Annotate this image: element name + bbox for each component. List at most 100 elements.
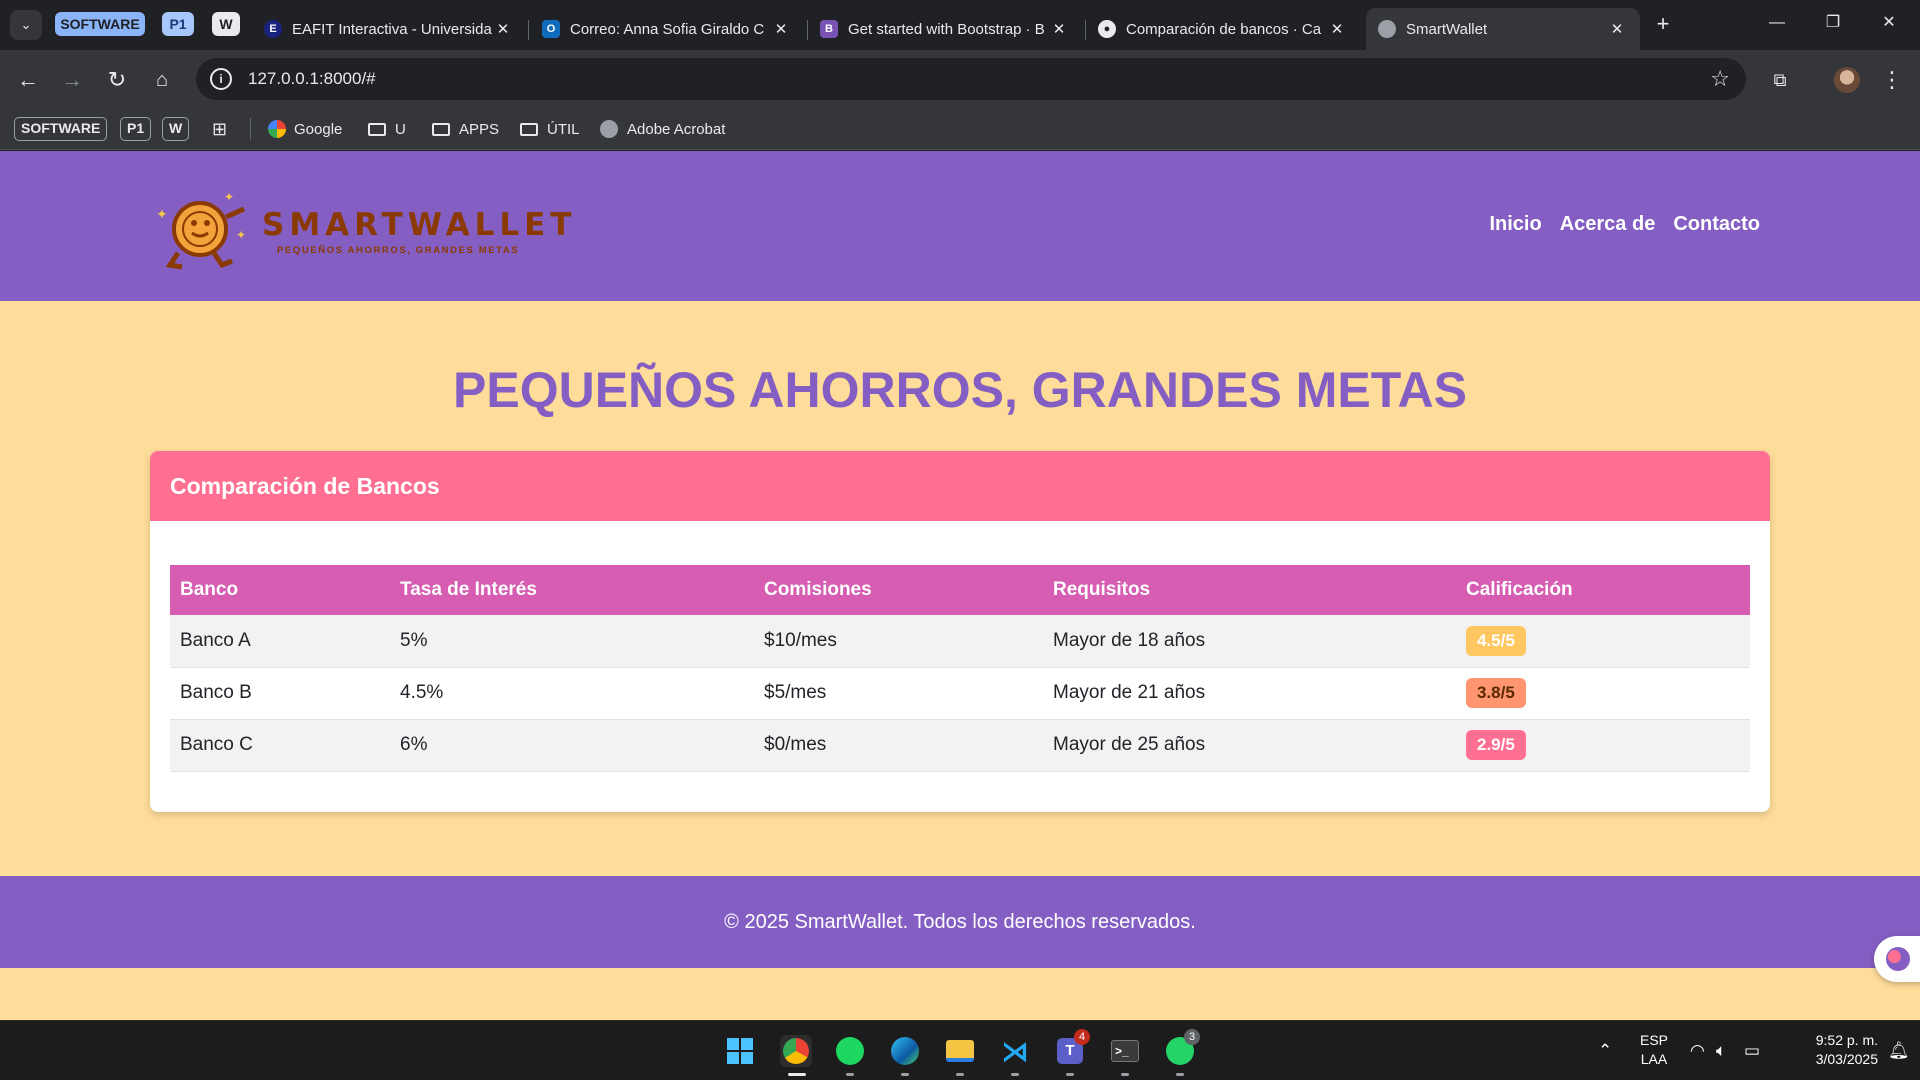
- card-title: Comparación de Bancos: [150, 451, 1770, 521]
- bootstrap-icon: B: [820, 20, 838, 38]
- bookmark-folder-apps[interactable]: APPS: [432, 116, 499, 142]
- cell-comisiones: $5/mes: [754, 667, 1043, 720]
- close-icon: ✕: [1882, 14, 1896, 31]
- nav-contacto[interactable]: Contacto: [1673, 213, 1760, 236]
- forward-button[interactable]: →: [56, 64, 88, 96]
- app-indicator: [1011, 1073, 1019, 1076]
- bookmark-folder-util[interactable]: ÚTIL: [520, 116, 580, 142]
- cell-requisitos: Mayor de 25 años: [1043, 719, 1456, 772]
- table-row: Banco C 6% $0/mes Mayor de 25 años 2.9/5: [170, 719, 1750, 772]
- plus-icon: +: [1656, 11, 1670, 36]
- close-window-button[interactable]: ✕: [1866, 8, 1912, 38]
- main-nav: Inicio Acerca de Contacto: [1489, 213, 1760, 236]
- bookmark-label: U: [395, 120, 406, 138]
- wifi-icon[interactable]: ◠: [1690, 1041, 1705, 1061]
- close-icon[interactable]: ✕: [492, 20, 514, 38]
- tray-overflow-button[interactable]: ⌃: [1598, 1041, 1612, 1061]
- notification-badge: 4: [1074, 1029, 1090, 1045]
- puzzle-icon: ⧉: [1773, 70, 1787, 90]
- nav-inicio[interactable]: Inicio: [1489, 213, 1541, 236]
- clock-date: 3/03/2025: [1815, 1051, 1878, 1067]
- back-button[interactable]: ←: [12, 64, 44, 96]
- page-title: PEQUEÑOS AHORROS, GRANDES METAS: [453, 362, 1467, 418]
- rating-badge: 2.9/5: [1466, 730, 1526, 760]
- folder-icon: [368, 122, 386, 136]
- nav-acerca-de[interactable]: Acerca de: [1560, 213, 1656, 236]
- tab-title: EAFIT Interactiva - Universidad: [292, 20, 492, 38]
- profile-button[interactable]: [1831, 64, 1863, 96]
- taskbar-spotify[interactable]: [834, 1035, 866, 1067]
- tab-smartwallet[interactable]: SmartWallet ✕: [1366, 8, 1640, 50]
- tab-outlook[interactable]: O Correo: Anna Sofia Giraldo C ✕: [530, 8, 804, 50]
- address-bar[interactable]: i 127.0.0.1:8000/# ☆: [196, 58, 1746, 100]
- volume-icon[interactable]: 🔈︎: [1716, 1041, 1726, 1061]
- bookmark-adobe-acrobat[interactable]: Adobe Acrobat: [600, 116, 725, 142]
- edge-icon: [891, 1037, 919, 1065]
- globe-icon: [600, 120, 618, 138]
- site-header: ✦ ✦ ✦ SMARTWALLET PEQUEÑOS AHORROS, GRAN…: [0, 151, 1920, 301]
- close-icon[interactable]: ✕: [1326, 20, 1348, 38]
- taskbar-edge[interactable]: [889, 1035, 921, 1067]
- restore-button[interactable]: ❐: [1810, 8, 1856, 38]
- reload-button[interactable]: ↻: [101, 64, 133, 96]
- bookmark-chip-p1[interactable]: P1: [120, 116, 152, 142]
- cell-calificacion: 2.9/5: [1456, 719, 1750, 772]
- extensions-button[interactable]: ⧉: [1764, 64, 1796, 96]
- folder-icon: [432, 122, 450, 136]
- bookmark-folder-u[interactable]: U: [368, 116, 406, 142]
- tab-title: SmartWallet: [1406, 20, 1488, 38]
- tab-group-w[interactable]: W: [212, 12, 240, 36]
- taskbar-terminal[interactable]: >_: [1109, 1035, 1141, 1067]
- coin-mascot-icon: ✦ ✦ ✦: [156, 190, 246, 270]
- notifications-icon[interactable]: 🔔︎: [1888, 1041, 1910, 1061]
- site-logo[interactable]: ✦ ✦ ✦ SMARTWALLET PEQUEÑOS AHORROS, GRAN…: [152, 187, 571, 273]
- keyboard-layout: LAA: [1640, 1051, 1668, 1067]
- svg-text:✦: ✦: [236, 228, 246, 242]
- taskbar-vscode[interactable]: ⋊: [999, 1035, 1031, 1067]
- new-tab-button[interactable]: +: [1648, 12, 1678, 38]
- home-button[interactable]: ⌂: [146, 64, 178, 96]
- active-app-indicator: [788, 1073, 806, 1076]
- close-icon[interactable]: ✕: [770, 20, 792, 38]
- tab-group-software[interactable]: SOFTWARE: [55, 12, 145, 36]
- tab-strip: ⌄ SOFTWARE P1 W E EAFIT Interactiva - Un…: [0, 0, 1920, 50]
- apps-button[interactable]: ⊞: [212, 116, 227, 142]
- bookmark-star-icon[interactable]: ☆: [1710, 66, 1730, 92]
- bookmark-google[interactable]: Google: [268, 116, 342, 142]
- outlook-icon: O: [542, 20, 560, 38]
- tab-eafit[interactable]: E EAFIT Interactiva - Universidad ✕: [252, 8, 526, 50]
- close-icon[interactable]: ✕: [1606, 20, 1628, 38]
- clock[interactable]: 9:52 p. m. 3/03/2025: [1782, 1031, 1878, 1069]
- menu-button[interactable]: ⋮: [1876, 64, 1908, 96]
- cell-calificacion: 3.8/5: [1456, 667, 1750, 720]
- grid-icon: ⊞: [212, 118, 228, 139]
- close-icon[interactable]: ✕: [1048, 20, 1070, 38]
- cell-calificacion: 4.5/5: [1456, 615, 1750, 668]
- site-info-icon[interactable]: i: [210, 68, 232, 90]
- bookmark-chip-label: SOFTWARE: [14, 117, 108, 141]
- cell-comisiones: $0/mes: [754, 719, 1043, 772]
- start-button[interactable]: [724, 1035, 756, 1067]
- minimize-button[interactable]: —: [1754, 8, 1800, 38]
- bookmark-chip-label: P1: [120, 117, 152, 141]
- bookmark-chip-software[interactable]: SOFTWARE: [14, 116, 108, 142]
- taskbar-chrome[interactable]: [780, 1035, 812, 1067]
- cell-tasa: 6%: [390, 719, 754, 772]
- battery-icon[interactable]: ▭: [1744, 1041, 1760, 1061]
- chevron-down-icon: ⌄: [20, 17, 32, 32]
- tab-bootstrap[interactable]: B Get started with Bootstrap · B ✕: [808, 8, 1082, 50]
- site-footer: © 2025 SmartWallet. Todos los derechos r…: [0, 876, 1920, 968]
- restore-icon: ❐: [1825, 14, 1841, 31]
- tab-github[interactable]: ● Comparación de bancos · Ca ✕: [1086, 8, 1360, 50]
- cell-requisitos: Mayor de 21 años: [1043, 667, 1456, 720]
- footer-copyright: © 2025 SmartWallet. Todos los derechos r…: [724, 911, 1196, 933]
- bookmark-label: ÚTIL: [547, 120, 580, 138]
- assistant-float-button[interactable]: [1874, 936, 1920, 982]
- bank-comparison-table: Banco Tasa de Interés Comisiones Requisi…: [170, 565, 1750, 772]
- taskbar-file-explorer[interactable]: [944, 1035, 976, 1067]
- bookmark-chip-w[interactable]: W: [162, 116, 190, 142]
- language-indicator[interactable]: ESP LAA: [1632, 1031, 1676, 1069]
- tab-group-p1[interactable]: P1: [162, 12, 194, 36]
- tab-search-button[interactable]: ⌄: [10, 10, 42, 40]
- column-header-requisitos: Requisitos: [1043, 565, 1456, 615]
